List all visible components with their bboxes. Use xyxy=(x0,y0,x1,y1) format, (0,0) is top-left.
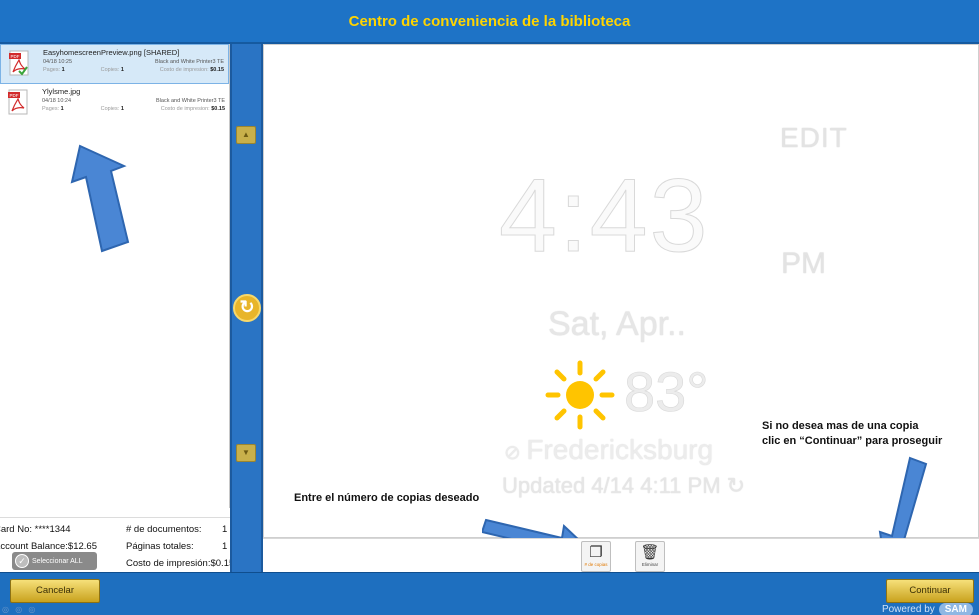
list-item[interactable]: PDF Ylylsme.jpg 04/18 10:24 Black and Wh… xyxy=(0,84,229,124)
select-all-label: Seleccionar ALL xyxy=(32,557,83,565)
sun-icon xyxy=(545,360,615,430)
account-balance: Account Balance:$12.65 xyxy=(0,541,97,552)
cost-label: Costo de impresion: xyxy=(159,67,209,73)
preview-time: 4:43 xyxy=(498,158,710,275)
copies-button-label: # de copias xyxy=(584,562,608,567)
document-cost-row: Pages: 1 Copies: 1 Costo de impresion: $… xyxy=(43,67,224,73)
document-printer: Black and White Printer3 TE xyxy=(156,98,225,104)
copies-label: Copies: xyxy=(100,106,120,112)
card-number: Card No: ****1344 xyxy=(0,524,71,535)
print-release-app: Centro de conveniencia de la biblioteca … xyxy=(0,0,979,615)
scroll-up-button[interactable]: ▲ xyxy=(236,126,256,144)
preview-city: Fredericksburg xyxy=(526,434,714,465)
copies-annotation: Entre el número de copias deseado xyxy=(294,492,480,504)
total-pages-value: 1 xyxy=(222,541,228,552)
refresh-icon: ↻ xyxy=(726,473,746,498)
location-icon: ⊘ xyxy=(504,442,527,464)
powered-by-label: Powered by xyxy=(881,604,935,615)
sam-logo: SAM xyxy=(938,603,973,615)
documents-count-label: # de documentos: xyxy=(126,524,202,535)
pages-value: 1 xyxy=(60,106,64,112)
rotate-button[interactable]: ↻ xyxy=(233,294,261,322)
preview-temperature: 83° xyxy=(624,360,709,424)
document-meta-row: 04/18 10:25 Black and White Printer3 TE xyxy=(43,59,224,65)
pages-value: 1 xyxy=(61,67,65,73)
powered-by: Powered by SAM xyxy=(882,603,973,615)
copies-value: 1 xyxy=(120,106,124,112)
copies-value: 1 xyxy=(120,67,124,73)
document-meta-row: 04/18 10:24 Black and White Printer3 TE xyxy=(42,98,225,104)
copies-button[interactable]: ❐ # de copias xyxy=(581,541,611,572)
cost-label: Costo de impresion: xyxy=(160,106,210,112)
list-item[interactable]: PDF EasyhomescreenPreview.png [SHARED] 0… xyxy=(0,44,229,84)
preview-control-strip: ▲ ↻ ▼ xyxy=(230,44,263,572)
preview-edit-text: EDIT xyxy=(780,122,848,153)
total-cost: Costo de impresión:$0.15 xyxy=(126,558,235,569)
scroll-down-button[interactable]: ▼ xyxy=(236,444,256,462)
cost-value: $0.15 xyxy=(211,106,225,112)
preview-ampm: PM xyxy=(781,247,826,280)
cancel-button[interactable]: Cancelar xyxy=(10,579,100,603)
total-pages-label: Páginas totales: xyxy=(126,541,194,552)
svg-text:PDF: PDF xyxy=(10,93,19,98)
document-datetime: 04/18 10:25 xyxy=(43,59,73,65)
pages-label: Pages: xyxy=(43,67,61,73)
select-all-button[interactable]: ✓ Seleccionar ALL xyxy=(12,552,97,570)
page-title: Centro de conveniencia de la biblioteca xyxy=(348,12,631,30)
trash-icon: 🗑 xyxy=(640,544,660,561)
document-name: Ylylsme.jpg xyxy=(42,87,81,96)
preview-updated: Updated 4/14 4:11 PM xyxy=(502,473,721,498)
accessibility-icons: ◎ ◎ ◎ xyxy=(2,605,38,614)
continue-annotation-line2: clic en “Continuar” para proseguir xyxy=(762,435,943,447)
footer-bar: Cancelar Continuar ◎ ◎ ◎ Powered by SAM xyxy=(0,572,979,615)
svg-text:PDF: PDF xyxy=(11,54,20,59)
down-arrow-icon: ▼ xyxy=(242,448,250,457)
rotate-icon: ↻ xyxy=(239,297,255,317)
document-printer: Black and White Printer3 TE xyxy=(155,59,224,65)
document-list: PDF EasyhomescreenPreview.png [SHARED] 0… xyxy=(0,44,230,508)
preview-updated-row: Updated 4/14 4:11 PM ↻ xyxy=(502,473,745,499)
delete-button-label: Eliminar xyxy=(641,562,659,567)
preview-city-row: ⊘ Fredericksburg xyxy=(504,434,713,466)
documents-count-value: 1 xyxy=(222,524,228,535)
continue-annotation-line1: Si no desea mas de una copia xyxy=(762,420,919,432)
copies-icon: ❐ xyxy=(589,544,603,561)
copies-label: Copies: xyxy=(100,67,120,73)
annotation-arrow-up xyxy=(70,144,130,253)
document-name: EasyhomescreenPreview.png [SHARED] xyxy=(43,48,180,57)
delete-button[interactable]: 🗑 Eliminar xyxy=(635,541,665,572)
preview-toolbar: ❐ # de copias 🗑 Eliminar xyxy=(263,538,979,572)
up-arrow-icon: ▲ xyxy=(242,130,250,139)
pdf-file-icon: PDF xyxy=(9,50,29,76)
pdf-file-icon: PDF xyxy=(8,89,28,115)
header-bar: Centro de conveniencia de la biblioteca xyxy=(0,0,979,44)
continue-button[interactable]: Continuar xyxy=(886,579,974,603)
pages-label: Pages: xyxy=(42,106,60,112)
document-datetime: 04/18 10:24 xyxy=(42,98,72,104)
cost-value: $0.15 xyxy=(210,67,224,73)
preview-date: Sat, Apr.. xyxy=(548,305,686,343)
check-icon: ✓ xyxy=(15,554,29,568)
document-cost-row: Pages: 1 Copies: 1 Costo de impresion: $… xyxy=(42,106,225,112)
